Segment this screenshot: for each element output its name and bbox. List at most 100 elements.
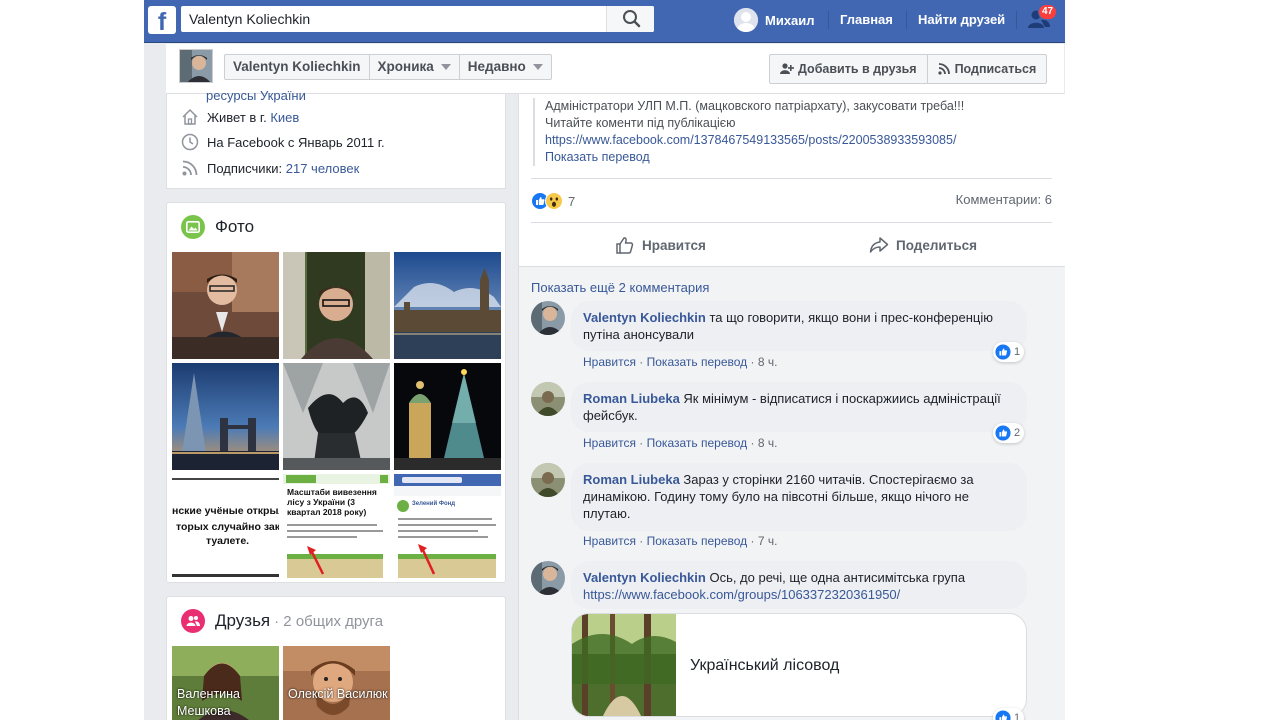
top-navigation-bar: f Михаил Главная Найти друзей [144, 0, 1065, 43]
comment-actions: Нравится · Показать перевод · 7 ч. [583, 534, 778, 548]
divider [531, 222, 1052, 223]
followers-prefix: Подписчики: [207, 160, 283, 176]
post-link[interactable]: https://www.facebook.com/137846754913356… [545, 132, 1033, 149]
link-preview-card[interactable]: Український лісовод [571, 613, 1027, 717]
show-more-comments-link[interactable]: Показать ещё 2 комментария [531, 280, 709, 295]
profile-thumbnail[interactable] [179, 49, 213, 83]
top-user-link[interactable]: Михаил [734, 7, 815, 33]
comment-translate-link[interactable]: Показать перевод [647, 436, 748, 450]
search-icon [623, 10, 641, 28]
timeline-dropdown[interactable]: Хроника [370, 55, 460, 79]
svg-text:нские учёные открыли к: нские учёные открыли к [172, 505, 279, 517]
svg-text:квартал 2018 року): квартал 2018 року) [287, 507, 366, 517]
comment-time[interactable]: · 8 ч. [751, 355, 778, 369]
comment-like-link[interactable]: Нравится [583, 355, 636, 369]
intro-lives-in: Живет в г. Киев [181, 108, 299, 126]
photo-tile[interactable]: нские учёные открыли к торых случайно зак… [172, 474, 279, 581]
friends-icon [181, 609, 205, 633]
follow-label: Подписаться [954, 62, 1037, 76]
search-input[interactable] [181, 6, 605, 32]
search-button[interactable] [606, 6, 654, 32]
photo-tile[interactable] [172, 252, 279, 359]
friends-title[interactable]: Друзья · 2 общих друга [181, 609, 383, 633]
photo-icon [181, 215, 205, 239]
like-button[interactable]: Нравится [615, 231, 706, 259]
lives-city-link[interactable]: Киев [270, 110, 299, 125]
like-reaction-icon [995, 344, 1011, 360]
follow-button[interactable]: Подписаться [928, 55, 1047, 83]
followers-count-link[interactable]: 217 человек [286, 161, 360, 176]
shared-post-text: Адміністратори УЛП М.П. (мацковского пат… [533, 98, 1033, 166]
friend-tile[interactable]: Олексій Василюк [283, 646, 390, 720]
comment-time[interactable]: · 8 ч. [751, 436, 778, 450]
profile-name-button[interactable]: Valentyn Koliechkin [225, 55, 370, 79]
comment-author[interactable]: Valentyn Koliechkin [583, 310, 706, 325]
intro-cut-link[interactable]: ресурсы України [206, 88, 306, 103]
comment-author[interactable]: Roman Liubeka [583, 391, 680, 406]
notification-badge: 47 [1038, 4, 1058, 20]
comment-link[interactable]: https://www.facebook.com/groups/10633723… [583, 587, 900, 602]
photo-tile[interactable] [394, 363, 501, 470]
svg-text:Масштаби вивезення: Масштаби вивезення [287, 487, 377, 497]
share-label: Поделиться [896, 237, 978, 253]
like-label: Нравится [642, 237, 706, 253]
photos-card: Фото нские учёные открыли к торых случайн… [166, 202, 506, 583]
commenter-avatar[interactable] [531, 463, 565, 497]
comment-translate-link[interactable]: Показать перевод [647, 355, 748, 369]
photos-title[interactable]: Фото [181, 215, 254, 239]
comment-like-link[interactable]: Нравится [583, 534, 636, 548]
comment-like-link[interactable]: Нравится [583, 436, 636, 450]
profile-header-bar: Valentyn Koliechkin Хроника Недавно Доба… [166, 44, 1064, 94]
comment-like-count[interactable]: 2 [993, 423, 1025, 443]
comment-time[interactable]: · 7 ч. [751, 534, 778, 548]
comment-like-count[interactable]: 1 [993, 708, 1025, 720]
comment-like-count[interactable]: 1 [993, 342, 1025, 362]
reactions-summary[interactable]: 7 [531, 192, 575, 210]
comment-text: Valentyn Koliechkin Ось, до речі, ще одн… [583, 569, 1023, 603]
home-icon [182, 108, 198, 125]
friend-name[interactable]: Валентина Мешкова [177, 686, 279, 720]
commenter-avatar[interactable] [531, 301, 565, 335]
comment-text: Valentyn Koliechkin та що говорити, якщо… [583, 309, 1023, 343]
share-button[interactable]: Поделиться [869, 231, 977, 259]
find-friends-link[interactable]: Найти друзей [918, 12, 1005, 27]
photos-title-label: Фото [215, 217, 255, 236]
photo-tile[interactable] [283, 252, 390, 359]
comment-author[interactable]: Roman Liubeka [583, 472, 680, 487]
comments-count[interactable]: Комментарии: 6 [956, 192, 1052, 207]
mutual-friends-count: · 2 общих друга [274, 612, 384, 630]
recent-label: Недавно [467, 59, 526, 74]
lives-prefix: Живет в г. [207, 109, 267, 125]
wow-reaction-icon [545, 192, 563, 210]
comment-author[interactable]: Valentyn Koliechkin [583, 570, 706, 585]
comment-translate-link[interactable]: Показать перевод [647, 534, 748, 548]
add-friend-icon [780, 63, 794, 74]
intro-card: ресурсы України Живет в г. Киев На Faceb… [166, 88, 506, 189]
user-name: Михаил [765, 12, 815, 28]
photo-tile[interactable] [283, 363, 390, 470]
like-count: 1 [1014, 712, 1021, 720]
post-card: Адміністратори УЛП М.П. (мацковского пат… [518, 94, 1065, 720]
home-link[interactable]: Главная [840, 12, 893, 27]
translate-link[interactable]: Показать перевод [545, 149, 1033, 166]
add-friend-button[interactable]: Добавить в друзья [770, 55, 928, 83]
recent-dropdown[interactable]: Недавно [460, 55, 551, 79]
intro-since: На Facebook с Январь 2011 г. [181, 133, 385, 151]
browser-viewport: f Михаил Главная Найти друзей [144, 0, 1065, 720]
svg-text:лісу з України (3: лісу з України (3 [287, 497, 355, 507]
photo-tile[interactable] [172, 363, 279, 470]
reactions-count: 7 [568, 193, 576, 209]
photo-tile[interactable] [394, 252, 501, 359]
photo-tile[interactable]: Масштаби вивезення лісу з України (3 кварт… [283, 474, 390, 581]
commenter-avatar[interactable] [531, 561, 565, 595]
photo-tile[interactable]: Зелений Фонд [394, 474, 501, 581]
friend-tile[interactable]: Валентина Мешкова [172, 646, 279, 720]
friends-title-label: Друзья [215, 611, 271, 630]
commenter-avatar[interactable] [531, 382, 565, 416]
svg-text:торых случайно закрыл: торых случайно закрыл [176, 521, 279, 533]
facebook-logo[interactable]: f [148, 6, 176, 36]
divider [531, 178, 1052, 179]
search-box[interactable] [181, 6, 654, 32]
like-count: 2 [1014, 427, 1021, 439]
friend-name[interactable]: Олексій Василюк [288, 686, 388, 703]
